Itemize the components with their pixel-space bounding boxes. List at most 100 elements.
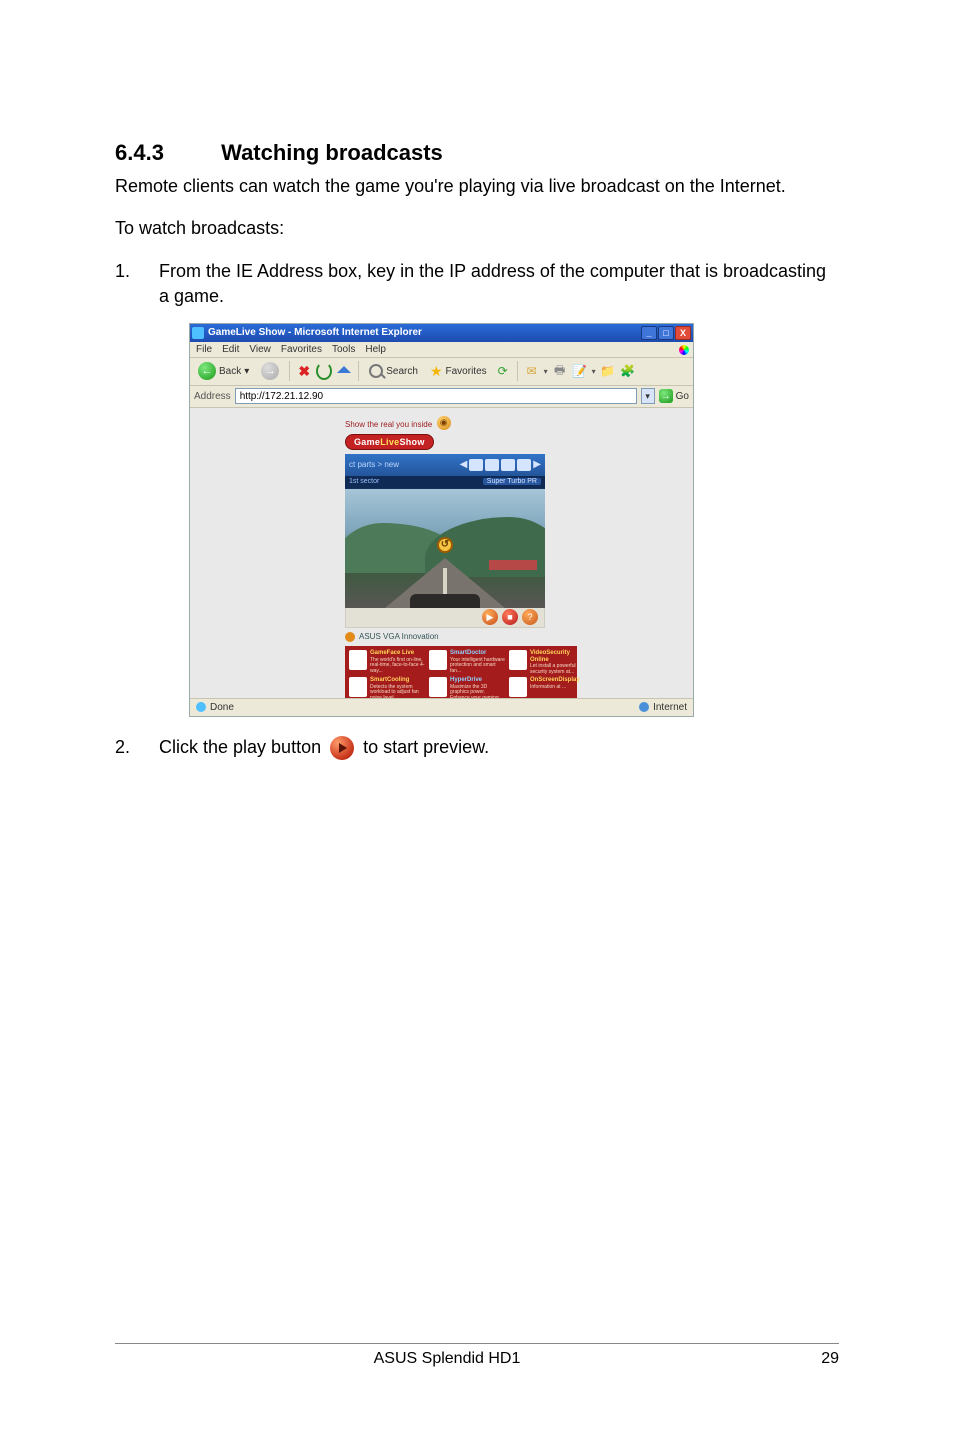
back-icon: ← (198, 362, 216, 380)
lead-in: To watch broadcasts: (115, 216, 839, 240)
menu-tools[interactable]: Tools (332, 344, 355, 355)
maximize-button[interactable]: □ (658, 326, 674, 340)
player-next-icon[interactable]: ▶ (533, 459, 541, 470)
logo-part-game: Game (354, 437, 380, 447)
step-1-number: 1. (115, 259, 159, 309)
player-breadcrumb: ct parts > new (349, 460, 399, 469)
feature-icon (429, 650, 447, 670)
toolbar-separator (517, 361, 518, 381)
go-label: Go (676, 391, 689, 402)
done-icon (196, 702, 206, 712)
player-subbar: 1st sector Super Turbo PR (345, 476, 545, 488)
address-label: Address (194, 391, 231, 402)
player-subbar-left: 1st sector (349, 478, 379, 485)
history-icon[interactable]: ⟳ (495, 363, 511, 379)
messenger-icon[interactable]: 🧩 (620, 363, 636, 379)
player-tool-icon[interactable] (485, 459, 499, 471)
player-tool-icon[interactable] (469, 459, 483, 471)
go-button[interactable]: → Go (659, 389, 689, 403)
step-2-text-before: Click the play button (159, 737, 326, 757)
status-done: Done (196, 702, 234, 713)
forward-button[interactable]: → (257, 360, 283, 382)
menu-help[interactable]: Help (365, 344, 386, 355)
stop-icon[interactable]: ✖ (296, 363, 312, 379)
gamelive-logo: GameLiveShow (345, 434, 434, 450)
player-topbar: ct parts > new ◀ ▶ (345, 454, 545, 476)
step-2-number: 2. (115, 735, 159, 760)
toolbar-separator (358, 361, 359, 381)
ie-statusbar: Done Internet (190, 698, 693, 716)
internet-zone-icon (639, 702, 649, 712)
status-zone-text: Internet (653, 702, 687, 713)
feature-icon (349, 650, 367, 670)
tagline-text: Show the real you inside (345, 420, 432, 429)
stop-button[interactable]: ■ (502, 609, 518, 625)
ie-screenshot: GameLive Show - Microsoft Internet Explo… (189, 323, 694, 717)
player-tool-icon[interactable] (517, 459, 531, 471)
home-icon[interactable] (336, 363, 352, 379)
star-icon: ★ (430, 363, 443, 380)
ie-title-text: GameLive Show - Microsoft Internet Explo… (208, 327, 422, 338)
feature-videosecurity: VideoSecurity OnlineLet install a powerf… (530, 650, 586, 675)
address-dropdown-icon[interactable]: ▾ (641, 388, 655, 404)
refresh-icon[interactable] (316, 363, 332, 379)
scenery-banner (489, 560, 537, 570)
favorites-label: Favorites (446, 366, 487, 377)
address-input[interactable]: http://172.21.12.90 (235, 388, 637, 404)
menu-file[interactable]: File (196, 344, 212, 355)
play-button[interactable]: ▶ (482, 609, 498, 625)
innovation-title: ASUS VGA Innovation (359, 632, 439, 641)
search-label: Search (386, 366, 418, 377)
feature-osd: OnScreenDisplayInformation at ... (530, 677, 586, 698)
steps-list-continued: 2. Click the play button to start previe… (115, 735, 839, 760)
road-sign-icon: ↺ (437, 537, 453, 553)
edit-icon[interactable]: 📝 (572, 363, 588, 379)
toolbar-separator (289, 361, 290, 381)
bullet-icon (345, 632, 355, 642)
footer-title: ASUS Splendid HD1 (115, 1350, 779, 1368)
tagline-icon: ◉ (437, 416, 451, 430)
feature-gameface: GameFace LiveThe world's first on-line, … (370, 650, 426, 675)
document-page: 6.4.3 Watching broadcasts Remote clients… (0, 0, 954, 1438)
player-tool-icon[interactable] (501, 459, 515, 471)
player-prev-icon[interactable]: ◀ (460, 459, 468, 470)
menu-view[interactable]: View (249, 344, 271, 355)
intro-paragraph: Remote clients can watch the game you're… (115, 174, 839, 198)
feature-icon (509, 677, 527, 697)
mail-icon[interactable]: ✉ (524, 363, 540, 379)
menu-edit[interactable]: Edit (222, 344, 239, 355)
player-top-icons: ◀ ▶ (460, 459, 541, 471)
search-button[interactable]: Search (365, 362, 422, 380)
tagline-row: Show the real you inside ◉ (345, 414, 545, 432)
ie-addressbar: Address http://172.21.12.90 ▾ → Go (190, 386, 693, 408)
discuss-icon[interactable]: 📁 (600, 363, 616, 379)
favorites-button[interactable]: ★ Favorites (426, 361, 491, 382)
section-heading: 6.4.3 Watching broadcasts (115, 140, 839, 166)
print-icon[interactable]: 🖶 (552, 363, 568, 379)
status-zone: Internet (639, 702, 687, 713)
gamelive-page: Show the real you inside ◉ GameLive Show … (345, 414, 545, 698)
step-1: 1. From the IE Address box, key in the I… (115, 259, 839, 309)
close-button[interactable]: X (675, 326, 691, 340)
search-icon (369, 364, 383, 378)
inline-play-icon (330, 736, 354, 760)
player-controls: ▶ ■ ? (345, 608, 545, 628)
logo-part-live: Live (380, 437, 399, 447)
help-button[interactable]: ? (522, 609, 538, 625)
feature-smartcooling: SmartCoolingDetects the system workload … (370, 677, 426, 698)
footer-page-number: 29 (779, 1350, 839, 1368)
ie-titlebar: GameLive Show - Microsoft Internet Explo… (190, 324, 693, 342)
steps-list: 1. From the IE Address box, key in the I… (115, 259, 839, 309)
back-dropdown-icon: ▾ (244, 366, 249, 377)
menu-favorites[interactable]: Favorites (281, 344, 322, 355)
video-player: ct parts > new ◀ ▶ 1st sector Super Turb (345, 454, 545, 628)
back-button[interactable]: ← Back ▾ (194, 360, 253, 382)
innovation-header: ASUS VGA Innovation (345, 628, 545, 646)
forward-icon: → (261, 362, 279, 380)
step-2-text: Click the play button to start preview. (159, 735, 839, 760)
minimize-button[interactable]: _ (641, 326, 657, 340)
feature-smartdoctor: SmartDoctorYour intelligent hardware pro… (450, 650, 506, 675)
status-done-text: Done (210, 702, 234, 713)
ie-content-area: Show the real you inside ◉ GameLive Show … (190, 408, 693, 698)
mail-dropdown-icon: ▾ (544, 367, 548, 376)
